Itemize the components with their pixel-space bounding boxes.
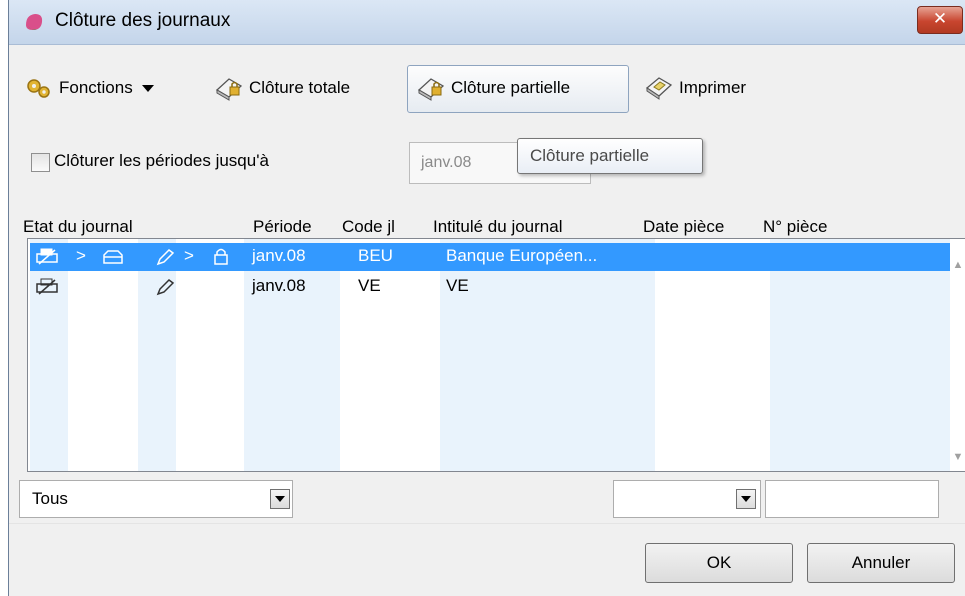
cell-code: VE (358, 276, 381, 295)
window-title: Clôture des journaux (55, 10, 231, 31)
scroll-up-button[interactable]: ▲ (950, 259, 965, 271)
cancel-button[interactable]: Annuler (807, 543, 955, 583)
title-bar: Clôture des journaux ✕ (9, 0, 965, 45)
cell-intitule: VE (446, 276, 469, 295)
state-filter-value: Tous (32, 489, 68, 508)
gears-icon (27, 79, 50, 98)
tooltip-text: Clôture partielle (530, 146, 650, 165)
cell-periode: janv.08 (252, 276, 306, 295)
status-arrow: > (184, 246, 194, 265)
header-etat[interactable]: Etat du journal (23, 217, 133, 237)
chevron-down-icon (141, 85, 154, 92)
dialog-window: Clôture des journaux ✕ Fonctions Clôture… (8, 0, 965, 596)
print-button[interactable]: Imprimer (645, 68, 746, 108)
header-code[interactable]: Code jl (342, 217, 395, 237)
close-periods-checkbox[interactable] (31, 153, 50, 172)
printer-icon (36, 248, 58, 265)
scroll-down-button[interactable]: ▼ (950, 451, 965, 463)
cell-intitule: Banque Européen... (446, 246, 598, 265)
divider (9, 523, 965, 524)
state-filter-select[interactable]: Tous (19, 480, 293, 518)
book-lock-icon (417, 78, 445, 101)
header-periode[interactable]: Période (253, 217, 312, 237)
dropdown-arrow-icon[interactable] (736, 489, 756, 509)
close-icon: ✕ (932, 9, 948, 29)
pencil-icon (156, 279, 175, 296)
date-filter-select[interactable] (613, 480, 761, 518)
functions-menu-button[interactable]: Fonctions (25, 68, 155, 108)
app-icon (26, 14, 43, 30)
functions-label: Fonctions (59, 78, 133, 97)
dropdown-arrow-icon[interactable] (270, 489, 290, 509)
cell-code: BEU (358, 246, 393, 265)
book-lock-icon (215, 78, 243, 101)
book-print-icon (645, 77, 673, 100)
header-intitule[interactable]: Intitulé du journal (433, 217, 562, 237)
partial-closure-label: Clôture partielle (451, 78, 571, 97)
journal-table[interactable]: > > janv.08 BEU Banque Européen... janv.… (27, 238, 965, 472)
tooltip: Clôture partielle (517, 138, 703, 174)
pencil-icon (156, 249, 175, 266)
print-label: Imprimer (679, 78, 747, 97)
total-closure-label: Clôture totale (249, 78, 351, 97)
printer-icon (36, 278, 58, 295)
ok-button[interactable]: OK (645, 543, 793, 583)
number-filter-input[interactable] (765, 480, 939, 518)
total-closure-button[interactable]: Clôture totale (215, 68, 350, 108)
partial-closure-content[interactable]: Clôture partielle (417, 68, 570, 108)
tray-icon (103, 250, 123, 264)
close-periods-label: Clôturer les périodes jusqu'à (54, 151, 269, 170)
lock-icon (214, 248, 228, 265)
cell-periode: janv.08 (252, 246, 306, 265)
header-num-piece[interactable]: N° pièce (763, 217, 827, 237)
close-button[interactable]: ✕ (917, 6, 963, 34)
header-date-piece[interactable]: Date pièce (643, 217, 724, 237)
status-arrow: > (76, 246, 86, 265)
period-date-value: janv.08 (421, 154, 472, 171)
